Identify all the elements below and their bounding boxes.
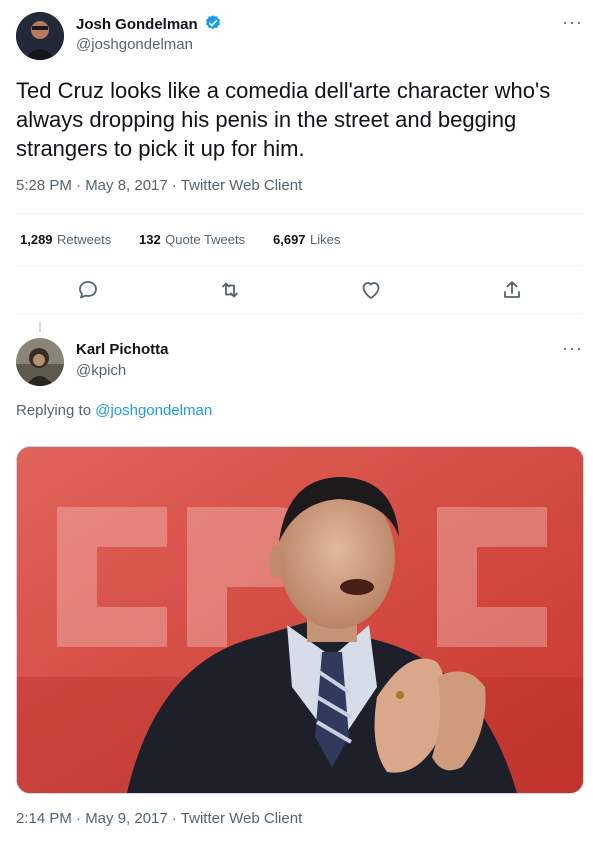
reply-author-name[interactable]: Karl Pichotta (76, 341, 169, 358)
share-icon[interactable] (500, 278, 524, 302)
replying-to-handle-link[interactable]: @joshgondelman (95, 402, 212, 419)
divider (16, 265, 583, 266)
likes-label: Likes (310, 232, 341, 247)
divider (16, 313, 583, 314)
quotes-count: 132 (139, 232, 161, 247)
reply-author-handle[interactable]: @kpich (76, 362, 126, 379)
like-icon[interactable] (359, 278, 383, 302)
retweets-label: Retweets (57, 232, 112, 247)
likes-stat[interactable]: 6,697 Likes (273, 231, 340, 249)
quote-tweets-stat[interactable]: 132 Quote Tweets (139, 231, 245, 249)
author-name[interactable]: Josh Gondelman (76, 16, 198, 33)
verified-badge-icon (204, 14, 222, 37)
tweet-text: Ted Cruz looks like a comedia dell'arte … (16, 78, 551, 161)
divider (16, 213, 583, 214)
thread-connector-line (39, 322, 41, 332)
retweets-count: 1,289 (20, 232, 53, 247)
likes-count: 6,697 (273, 232, 306, 247)
tweet-timestamp[interactable]: 5:28 PM · May 8, 2017 · Twitter Web Clie… (16, 177, 302, 194)
reply-more-options-button[interactable]: ··· (562, 338, 583, 359)
tweet-photo[interactable] (16, 446, 584, 794)
retweet-icon[interactable] (218, 278, 242, 302)
retweets-stat[interactable]: 1,289 Retweets (20, 231, 111, 249)
replying-to-line: Replying to @joshgondelman (16, 402, 212, 419)
reply-timestamp[interactable]: 2:14 PM · May 9, 2017 · Twitter Web Clie… (16, 810, 302, 827)
quotes-label: Quote Tweets (165, 232, 246, 247)
author-handle[interactable]: @joshgondelman (76, 36, 193, 53)
reply-author-avatar[interactable] (16, 338, 64, 386)
reply-icon[interactable] (76, 278, 100, 302)
replying-to-prefix: Replying to (16, 402, 92, 419)
more-options-button[interactable]: ··· (562, 12, 583, 33)
author-avatar[interactable] (16, 12, 64, 60)
